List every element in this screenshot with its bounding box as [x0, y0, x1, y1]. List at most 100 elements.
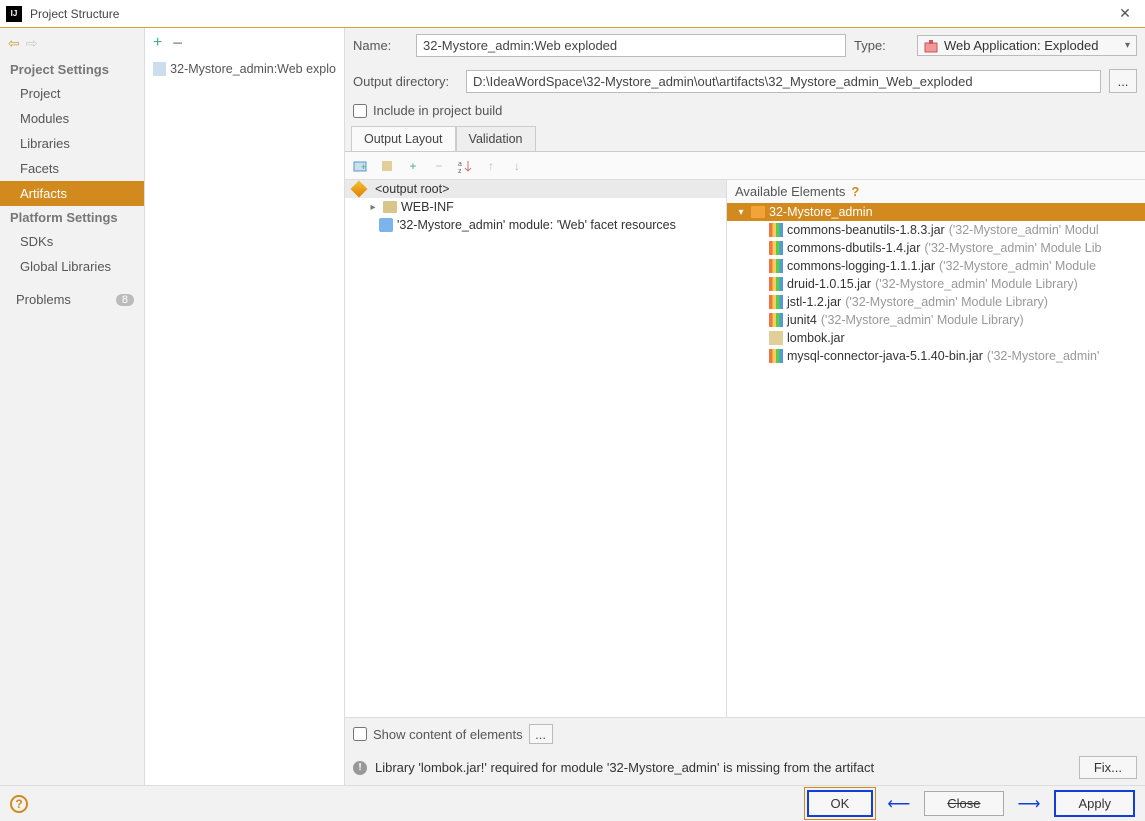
section-platform-settings: Platform Settings — [0, 206, 144, 229]
arrow-annotation-icon: ⟵ — [887, 794, 910, 814]
add-element-icon[interactable]: + — [405, 158, 421, 174]
folder-icon — [383, 201, 397, 213]
library-note: ('32-Mystore_admin' Module Library) — [845, 295, 1048, 309]
tab-validation[interactable]: Validation — [456, 126, 536, 151]
library-note: ('32-Mystore_admin' Modul — [949, 223, 1099, 237]
tab-output-layout[interactable]: Output Layout — [351, 126, 456, 151]
library-name: commons-beanutils-1.8.3.jar — [787, 223, 945, 237]
warning-row: ! Library 'lombok.jar!' required for mod… — [345, 750, 1145, 785]
type-select[interactable]: Web Application: Exploded ▾ — [917, 35, 1137, 56]
forward-arrow-icon[interactable]: ⇨ — [26, 35, 38, 52]
ok-button[interactable]: OK — [807, 790, 874, 817]
sidebar-item-global-libraries[interactable]: Global Libraries — [0, 254, 144, 279]
artifact-icon — [153, 62, 166, 76]
library-row[interactable]: commons-beanutils-1.8.3.jar ('32-Mystore… — [727, 221, 1145, 239]
show-content-row: Show content of elements ... — [345, 718, 1145, 750]
chevron-down-icon[interactable]: ▾ — [735, 207, 747, 218]
remove-element-icon[interactable]: − — [431, 158, 447, 174]
footer-buttons: OK ⟵ Close ⟶ Apply — [807, 790, 1135, 817]
warning-text: Library 'lombok.jar!' required for modul… — [375, 760, 874, 775]
library-row[interactable]: commons-dbutils-1.4.jar ('32-Mystore_adm… — [727, 239, 1145, 257]
jar-icon — [769, 223, 783, 237]
library-row[interactable]: mysql-connector-java-5.1.40-bin.jar ('32… — [727, 347, 1145, 365]
sidebar: ⇦ ⇨ Project Settings Project Modules Lib… — [0, 28, 145, 785]
apply-button[interactable]: Apply — [1054, 790, 1135, 817]
output-root-label: <output root> — [375, 182, 449, 196]
include-checkbox[interactable] — [353, 104, 367, 118]
sort-icon[interactable]: az — [457, 158, 473, 174]
output-root-icon — [351, 181, 368, 198]
archive-icon[interactable] — [379, 158, 395, 174]
sidebar-item-modules[interactable]: Modules — [0, 106, 144, 131]
project-folder-icon — [751, 206, 765, 218]
jar-icon — [769, 295, 783, 309]
apply-label: Apply — [1078, 796, 1111, 811]
name-row: Name: Type: Web Application: Exploded ▾ — [345, 28, 1145, 63]
content-area: Name: Type: Web Application: Exploded ▾ … — [345, 28, 1145, 785]
sidebar-item-project[interactable]: Project — [0, 81, 144, 106]
jar-icon — [769, 313, 783, 327]
close-icon[interactable]: ✕ — [1111, 5, 1139, 22]
add-artifact-icon[interactable]: + — [153, 34, 162, 52]
library-row[interactable]: lombok.jar — [727, 329, 1145, 347]
bottom-panel: Show content of elements ... ! Library '… — [345, 717, 1145, 785]
available-project-row[interactable]: ▾ 32-Mystore_admin — [727, 203, 1145, 221]
sidebar-item-libraries[interactable]: Libraries — [0, 131, 144, 156]
close-button[interactable]: Close — [924, 791, 1003, 816]
show-content-label: Show content of elements — [373, 727, 523, 742]
webinf-row[interactable]: ▸ WEB-INF — [345, 198, 726, 216]
show-content-checkbox[interactable] — [353, 727, 367, 741]
available-elements: Available Elements ? ▾ 32-Mystore_admin … — [727, 180, 1145, 717]
artifact-list-item[interactable]: 32-Mystore_admin:Web explo — [145, 58, 344, 80]
back-arrow-icon[interactable]: ⇦ — [8, 35, 20, 52]
help-icon[interactable]: ? — [851, 184, 859, 199]
library-row[interactable]: druid-1.0.15.jar ('32-Mystore_admin' Mod… — [727, 275, 1145, 293]
library-name: druid-1.0.15.jar — [787, 277, 871, 291]
problems-badge: 8 — [116, 294, 134, 306]
type-label: Type: — [854, 38, 909, 53]
layout-toolbar: + + − az ↑ ↓ — [345, 152, 1145, 180]
sidebar-item-facets[interactable]: Facets — [0, 156, 144, 181]
footer-help-icon[interactable]: ? — [10, 795, 28, 813]
svg-text:z: z — [458, 168, 462, 173]
library-name: mysql-connector-java-5.1.40-bin.jar — [787, 349, 983, 363]
include-label: Include in project build — [373, 103, 502, 118]
tabs: Output Layout Validation — [345, 126, 1145, 152]
output-tree: <output root> ▸ WEB-INF '32-Mystore_admi… — [345, 180, 727, 717]
library-row[interactable]: jstl-1.2.jar ('32-Mystore_admin' Module … — [727, 293, 1145, 311]
sidebar-item-sdks[interactable]: SDKs — [0, 229, 144, 254]
available-header: Available Elements ? — [727, 180, 1145, 203]
fix-button[interactable]: Fix... — [1079, 756, 1137, 779]
ok-label: OK — [831, 796, 850, 811]
web-facet-icon — [379, 218, 393, 232]
new-folder-icon[interactable]: + — [353, 158, 369, 174]
type-value: Web Application: Exploded — [944, 38, 1098, 53]
library-note: ('32-Mystore_admin' Module Library) — [875, 277, 1078, 291]
name-input[interactable] — [416, 34, 846, 57]
remove-artifact-icon[interactable]: − — [172, 33, 183, 54]
fix-label: Fix... — [1094, 760, 1122, 775]
library-row[interactable]: junit4 ('32-Mystore_admin' Module Librar… — [727, 311, 1145, 329]
facet-row[interactable]: '32-Mystore_admin' module: 'Web' facet r… — [345, 216, 726, 234]
app-icon — [6, 6, 22, 22]
browse-button[interactable]: ... — [1109, 69, 1137, 93]
sidebar-item-problems[interactable]: Problems 8 — [0, 287, 144, 312]
chevron-down-icon: ▾ — [1125, 40, 1130, 51]
jar-icon — [769, 331, 783, 345]
output-input[interactable] — [466, 70, 1101, 93]
arrow-annotation-icon-2: ⟶ — [1018, 794, 1041, 814]
library-name: lombok.jar — [787, 331, 845, 345]
warning-icon: ! — [353, 761, 367, 775]
chevron-right-icon[interactable]: ▸ — [367, 202, 379, 213]
move-up-icon[interactable]: ↑ — [483, 158, 499, 174]
sidebar-item-artifacts[interactable]: Artifacts — [0, 181, 144, 206]
output-root-row[interactable]: <output root> — [345, 180, 726, 198]
library-row[interactable]: commons-logging-1.1.1.jar ('32-Mystore_a… — [727, 257, 1145, 275]
problems-label: Problems — [16, 292, 71, 307]
show-content-config-button[interactable]: ... — [529, 724, 553, 744]
move-down-icon[interactable]: ↓ — [509, 158, 525, 174]
ellipsis-label: ... — [535, 727, 546, 742]
library-name: commons-dbutils-1.4.jar — [787, 241, 920, 255]
include-row: Include in project build — [345, 99, 1145, 126]
facet-label: '32-Mystore_admin' module: 'Web' facet r… — [397, 218, 676, 232]
